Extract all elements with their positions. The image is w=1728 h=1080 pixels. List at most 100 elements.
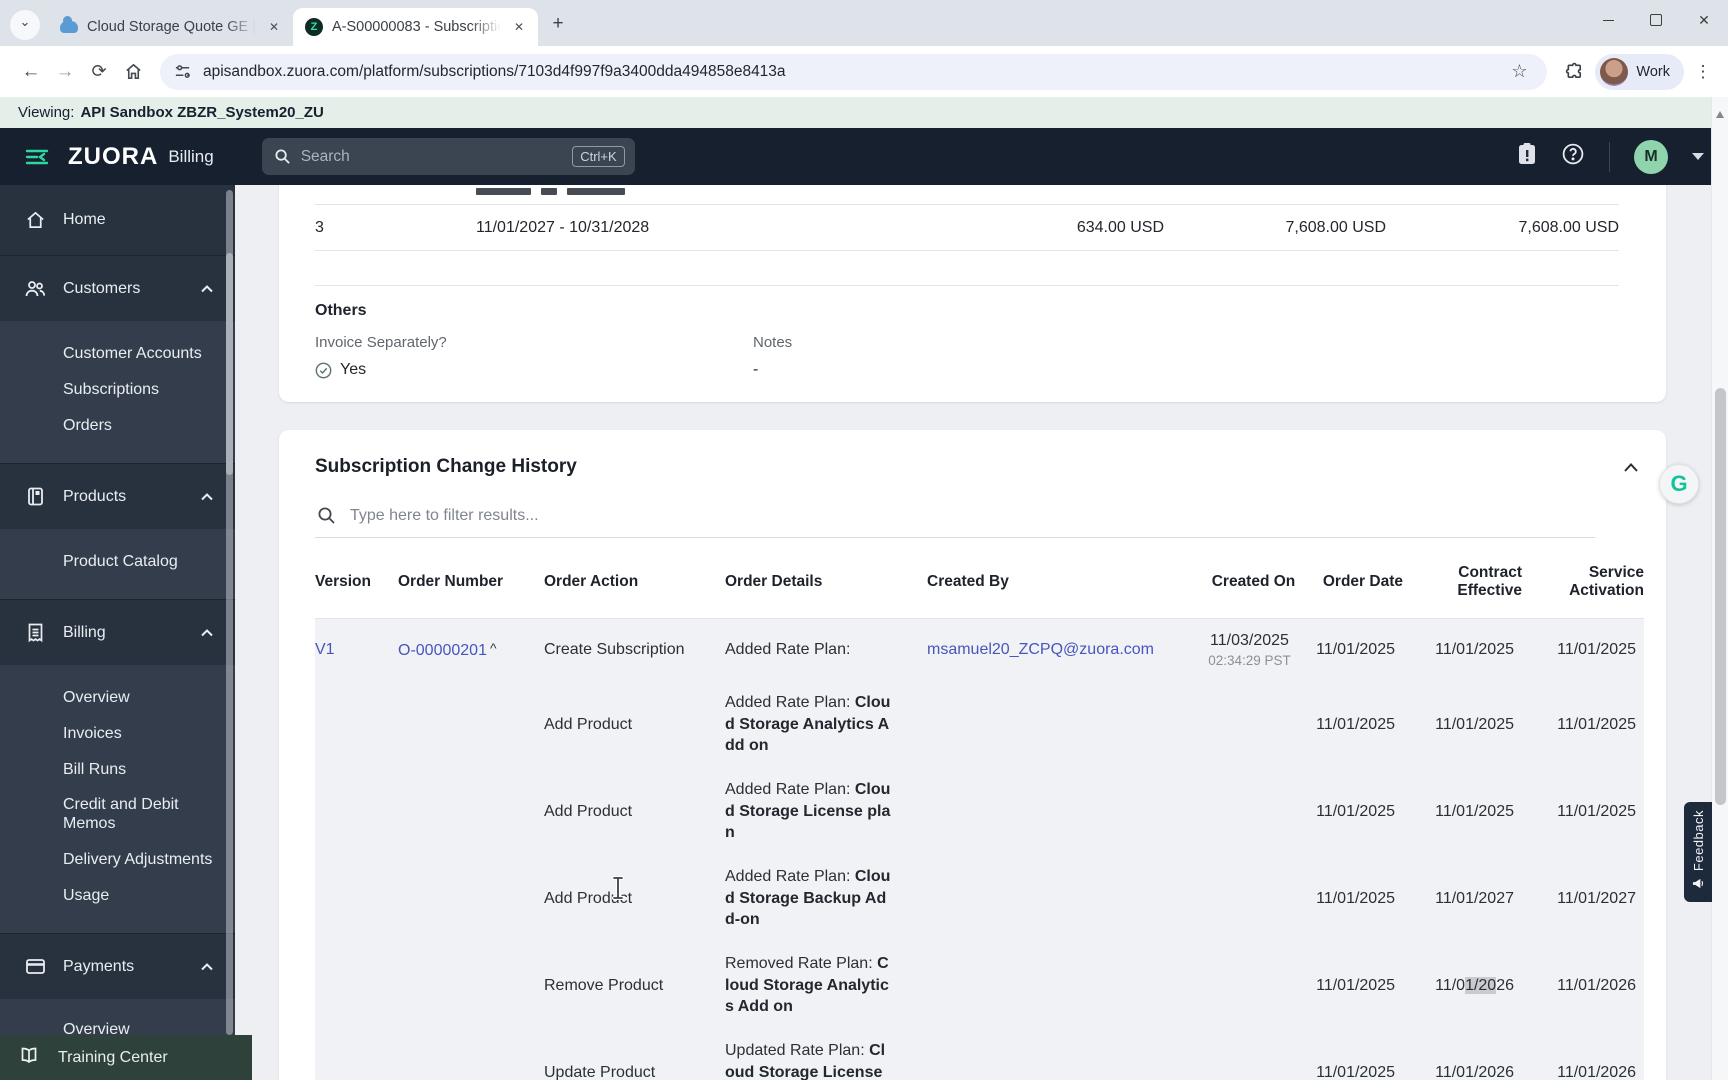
page-scrollbar-thumb[interactable] [1715,388,1726,805]
check-circle-icon [315,362,332,378]
chevron-up-icon [201,492,213,500]
order-action: Update Product [544,1063,656,1080]
reload-icon[interactable] [82,55,116,89]
scroll-up-arrow-icon[interactable] [1716,111,1724,118]
page-scrollbar[interactable] [1711,97,1728,1080]
user-menu-caret-icon[interactable] [1692,153,1704,160]
tab-close-icon[interactable] [510,18,528,36]
service-activation: 11/01/2027 [1557,889,1636,907]
col-order-number: Order Number [398,573,504,590]
sidebar-item-customers[interactable]: Customers [0,255,235,321]
version-link[interactable]: V1 [315,641,335,658]
sidebar-item-orders[interactable]: Orders [0,407,235,443]
order-action: Create Subscription [544,641,685,658]
new-tab-button[interactable] [544,10,572,38]
extensions-icon[interactable] [1557,55,1591,89]
bookmark-star-icon[interactable] [1505,58,1533,86]
home-icon[interactable] [116,55,150,89]
main-content: 3 11/01/2027 - 10/31/2028 634.00 USD 7,6… [235,185,1728,1080]
tab-subscription-active[interactable]: Z A-S00000083 - Subscription - Z [293,8,538,46]
order-date: 11/01/2025 [1316,889,1395,907]
order-number-link[interactable]: O-00000201 [398,642,487,659]
service-activation: 11/01/2026 [1557,976,1636,994]
invoice-separately-label: Invoice Separately? [315,334,447,351]
zuora-favicon-icon: Z [305,18,323,36]
system-alerts-icon[interactable] [1517,142,1537,171]
window-close-button[interactable] [1680,0,1728,40]
contract-effective: 11/01/2026 [1435,976,1514,994]
sidebar-item-customer-accounts[interactable]: Customer Accounts [0,335,235,371]
subscription-detail-card: 3 11/01/2027 - 10/31/2028 634.00 USD 7,6… [279,185,1666,402]
home-icon [24,210,46,230]
col-order-details: Order Details [725,573,823,590]
collapse-section-chevron-icon[interactable] [1618,457,1644,477]
order-details: Removed Rate Plan: Cloud Storage Analyti… [725,955,889,1016]
window-minimize-button[interactable] [1584,0,1632,40]
help-icon[interactable] [1561,142,1585,171]
order-date: 11/01/2025 [1316,1063,1395,1080]
sidebar-item-invoices[interactable]: Invoices [0,715,235,751]
order-expand-caret[interactable]: ^ [490,640,497,656]
order-date: 11/01/2025 [1316,976,1395,994]
col-order-action: Order Action [544,573,639,590]
grammarly-extension-badge[interactable]: G [1659,464,1699,504]
url-text[interactable]: apisandbox.zuora.com/platform/subscripti… [203,63,1505,81]
col-version: Version [315,573,371,590]
created-by-link[interactable]: msamuel20_ZCPQ@zuora.com [927,641,1154,658]
tab-close-icon[interactable] [265,18,283,36]
service-activation: 11/01/2025 [1557,802,1636,820]
back-icon[interactable] [14,55,48,89]
contract-effective: 11/01/2026 [1435,1063,1514,1080]
term-version: 3 [315,218,324,236]
sidebar-item-credit-debit-memos[interactable]: Credit and Debit Memos [0,787,235,841]
sidebar-collapse-icon[interactable] [24,144,54,170]
sidebar-item-products[interactable]: Products [0,463,235,529]
tab-title: Cloud Storage Quote GE | Quot [87,19,256,35]
contract-effective: 11/01/2027 [1435,889,1514,907]
open-book-icon [20,1046,42,1069]
sidebar-item-delivery-adjustments[interactable]: Delivery Adjustments [0,841,235,877]
sidebar-scrollbar-thumb[interactable] [226,253,233,475]
browser-menu-kebab-icon[interactable] [1688,55,1718,89]
sidebar-item-billing[interactable]: Billing [0,599,235,665]
term-amount-2: 7,608.00 USD [1285,218,1386,236]
history-table-body: V1 O-00000201 ^ Create Subscription Added… [315,619,1644,1080]
order-date: 11/01/2025 [1316,802,1395,820]
chevron-up-icon [201,962,213,970]
sidebar-item-bill-runs[interactable]: Bill Runs [0,751,235,787]
feedback-tab[interactable]: Feedback [1684,802,1712,902]
col-contract-effective: Contract Effective [1457,564,1522,599]
environment-banner: Viewing: API Sandbox ZBZR_System20_ZU [0,97,1728,128]
sidebar-item-product-catalog[interactable]: Product Catalog [0,543,235,579]
profile-label: Work [1636,63,1670,80]
window-maximize-button[interactable] [1632,0,1680,40]
sidebar-item-subscriptions[interactable]: Subscriptions [0,371,235,407]
sidebar-item-payments[interactable]: Payments [0,933,235,999]
site-info-icon[interactable] [174,63,191,80]
sidebar-item-home[interactable]: Home [0,185,235,255]
user-avatar[interactable]: M [1634,139,1668,174]
tab-search-chevron-icon[interactable] [10,10,40,40]
history-filter[interactable] [315,500,1595,538]
browser-profile-chip[interactable]: Work [1595,53,1684,90]
change-history-title: Subscription Change History [315,456,577,477]
text-selection-highlight: 1/20 [1465,976,1497,994]
billing-submenu: Overview Invoices Bill Runs Credit and D… [0,665,235,933]
omnibox[interactable]: apisandbox.zuora.com/platform/subscripti… [160,53,1548,90]
forward-icon[interactable] [48,55,82,89]
notes-field: Notes - [753,334,1619,379]
sidebar-item-billing-overview[interactable]: Overview [0,679,235,715]
global-search[interactable]: Ctrl+K [261,138,635,175]
invoice-separately-value: Yes [340,361,367,378]
zuora-logo: ZUORA [68,142,159,170]
search-input[interactable] [300,147,573,166]
sidebar-item-usage[interactable]: Usage [0,877,235,913]
tab-cloud-storage-quote[interactable]: Cloud Storage Quote GE | Quot [48,8,293,46]
service-activation: 11/01/2026 [1557,1063,1636,1080]
history-filter-input[interactable] [350,506,1250,525]
col-created-by: Created By [927,573,1009,590]
history-row: Remove Product Removed Rate Plan: Cloud … [315,942,1644,1029]
training-center-button[interactable]: Training Center [0,1035,252,1080]
browser-tab-strip: Cloud Storage Quote GE | Quot Z A-S00000… [0,0,1728,46]
products-icon [24,486,46,507]
